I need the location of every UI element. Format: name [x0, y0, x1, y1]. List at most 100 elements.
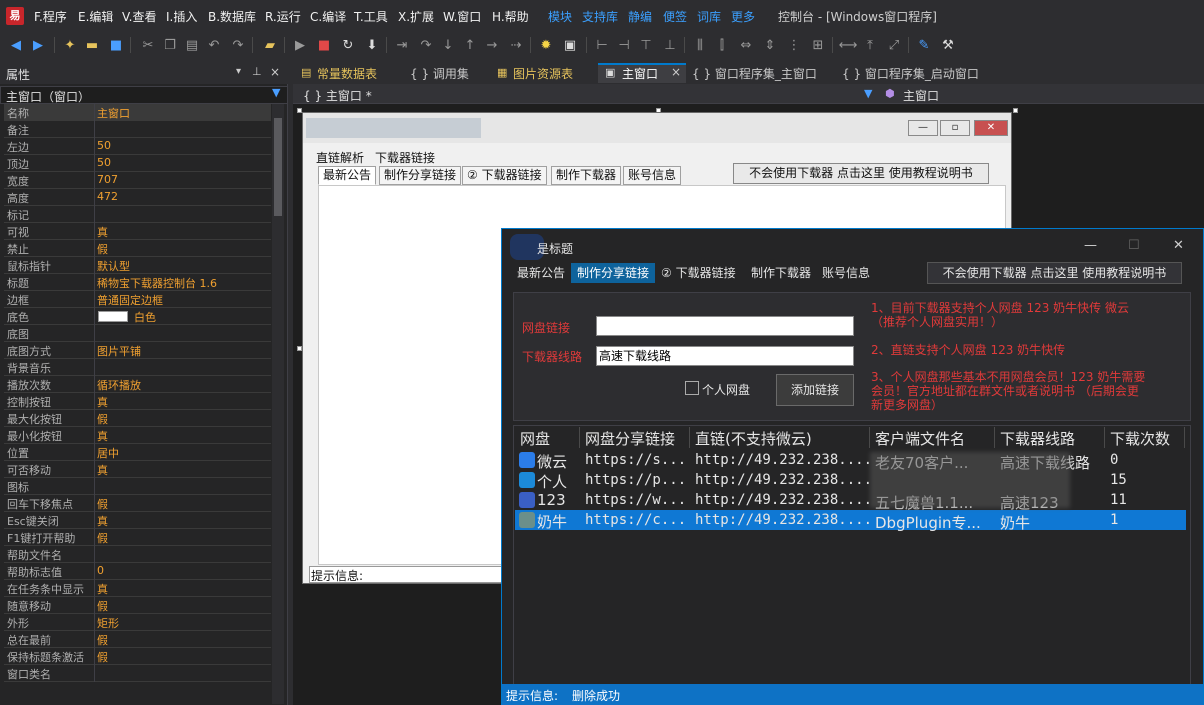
same-width-icon[interactable]: ⇔: [738, 37, 754, 53]
tab-call-set[interactable]: { } 调用集: [410, 65, 469, 82]
property-value[interactable]: 真: [97, 462, 108, 478]
property-row[interactable]: 图标: [4, 478, 271, 495]
align-center-icon[interactable]: ⊣: [616, 37, 632, 53]
tab-notice[interactable]: 最新公告: [511, 263, 571, 283]
designer-menu-direct-link[interactable]: 直链解析: [316, 149, 364, 166]
column-count[interactable]: 下载次数: [1110, 428, 1170, 449]
distribute-h-icon[interactable]: ⫼: [692, 37, 708, 53]
column-divider[interactable]: [869, 427, 870, 448]
window-icon[interactable]: ▣: [562, 37, 578, 53]
resize-handle[interactable]: [1013, 108, 1018, 113]
close-icon[interactable]: ✕: [1173, 238, 1184, 253]
property-row[interactable]: 标题 稀物宝下载器控制台 1.6: [4, 274, 271, 291]
cell-direct[interactable]: http://49.232.238....: [695, 452, 872, 468]
maximize-icon[interactable]: ☐: [1128, 238, 1140, 253]
property-row[interactable]: 备注: [4, 121, 271, 138]
undo-icon[interactable]: ↶: [206, 37, 222, 53]
property-row[interactable]: 窗口类名: [4, 665, 271, 682]
tab-share-link[interactable]: 制作分享链接: [571, 263, 656, 283]
tab-image-resources[interactable]: 图片资源表: [513, 65, 573, 82]
open-folder-icon[interactable]: ▬: [84, 37, 100, 53]
column-file-name[interactable]: 客户端文件名: [875, 428, 965, 449]
property-row[interactable]: 保持标题条激活假: [4, 648, 271, 665]
menu-database[interactable]: B.数据库: [208, 8, 256, 25]
column-divider[interactable]: [1184, 427, 1185, 448]
align-left-icon[interactable]: ⊢: [594, 37, 610, 53]
menu-extend[interactable]: X.扩展: [398, 8, 434, 25]
close-tab-icon[interactable]: ×: [671, 65, 681, 79]
property-row[interactable]: 标记: [4, 206, 271, 223]
paste-icon[interactable]: ▤: [184, 37, 200, 53]
lightbulb-icon[interactable]: ✹: [538, 37, 554, 53]
property-value[interactable]: 真: [97, 428, 108, 444]
property-row[interactable]: 在任务条中显示真: [4, 580, 271, 597]
cell-share[interactable]: https://s...: [585, 452, 686, 468]
link-more[interactable]: 更多: [731, 8, 755, 25]
menu-window[interactable]: W.窗口: [443, 8, 481, 25]
tab-account[interactable]: 账号信息: [816, 263, 876, 283]
minimize-icon[interactable]: —: [1084, 238, 1097, 253]
link-notes[interactable]: 便签: [663, 8, 687, 25]
tab-startup-window-code[interactable]: { } 窗口程序集_启动窗口: [842, 65, 979, 82]
property-value[interactable]: 真: [97, 394, 108, 410]
cell-share[interactable]: https://w...: [585, 492, 686, 508]
link-support-lib[interactable]: 支持库: [582, 8, 618, 25]
property-row[interactable]: 高度 472: [4, 189, 271, 206]
cell-count[interactable]: 11: [1110, 492, 1127, 508]
run-to-cursor-icon[interactable]: ⇢: [508, 37, 524, 53]
cell-share[interactable]: https://c...: [585, 512, 686, 528]
link-lexicon[interactable]: 词库: [697, 8, 721, 25]
property-value[interactable]: 0: [97, 564, 104, 577]
column-direct-link[interactable]: 直链(不支持微云): [695, 428, 812, 449]
size-h-icon[interactable]: ⟷: [839, 37, 858, 53]
cell-line[interactable]: 奶牛: [1000, 512, 1030, 533]
property-row[interactable]: 随意移动 假: [4, 597, 271, 614]
link-module[interactable]: 模块: [548, 8, 572, 25]
property-value[interactable]: 50: [97, 156, 111, 169]
property-row[interactable]: 位置 居中: [4, 444, 271, 461]
property-value[interactable]: 图片平铺: [97, 343, 141, 359]
cell-disk[interactable]: 奶牛: [537, 511, 567, 532]
spacing-icon[interactable]: ⋮: [786, 37, 802, 53]
pen-icon[interactable]: ✎: [916, 37, 932, 53]
menu-program[interactable]: F.程序: [34, 8, 67, 25]
cell-direct[interactable]: http://49.232.238....: [695, 512, 872, 528]
menu-help[interactable]: H.帮助: [492, 8, 529, 25]
dropdown-arrow-icon[interactable]: ▾: [236, 66, 241, 77]
tools-icon[interactable]: ⚒: [940, 37, 956, 53]
property-row[interactable]: 鼠标指针 默认型: [4, 257, 271, 274]
column-divider[interactable]: [994, 427, 995, 448]
distribute-v-icon[interactable]: ⫿: [714, 37, 730, 53]
property-row[interactable]: 底图: [4, 325, 271, 342]
property-row[interactable]: F1键打开帮助 假: [4, 529, 271, 546]
designer-tab-downloader[interactable]: ② 下载器链接: [462, 166, 547, 185]
property-row[interactable]: 可视 真: [4, 223, 271, 240]
property-row[interactable]: 帮助文件名: [4, 546, 271, 563]
help-button[interactable]: 不会使用下载器 点击这里 使用教程说明书: [927, 262, 1182, 284]
property-row[interactable]: 播放次数 循环播放: [4, 376, 271, 393]
step-out-icon[interactable]: →: [484, 37, 500, 53]
property-value[interactable]: 假: [97, 496, 108, 512]
designer-tab-share[interactable]: 制作分享链接: [379, 166, 462, 185]
property-value[interactable]: 假: [97, 241, 108, 257]
copy-icon[interactable]: ❐: [162, 37, 178, 53]
new-file-icon[interactable]: ✦: [62, 37, 78, 53]
property-row[interactable]: 左边 50: [4, 138, 271, 155]
minimize-icon[interactable]: —: [908, 120, 938, 136]
property-row[interactable]: 外形 矩形: [4, 614, 271, 631]
tab-main-window-code[interactable]: { } 窗口程序集_主窗口: [692, 65, 817, 82]
property-value[interactable]: 假: [97, 598, 108, 614]
property-value[interactable]: 707: [97, 173, 118, 186]
property-value[interactable]: 居中: [97, 445, 119, 461]
designer-menu-downloader-link[interactable]: 下载器链接: [375, 149, 435, 166]
close-panel-icon[interactable]: ×: [270, 65, 280, 79]
menu-compile[interactable]: C.编译: [310, 8, 346, 25]
menu-tools[interactable]: T.工具: [354, 8, 388, 25]
property-row[interactable]: 顶边 50: [4, 155, 271, 172]
cut-icon[interactable]: ✂: [140, 37, 156, 53]
disk-link-input[interactable]: [596, 316, 854, 336]
cell-count[interactable]: 0: [1110, 452, 1118, 468]
property-row[interactable]: 可否移动 真: [4, 461, 271, 478]
step-down-icon[interactable]: ↓: [440, 37, 456, 53]
property-value[interactable]: 真: [97, 224, 108, 240]
